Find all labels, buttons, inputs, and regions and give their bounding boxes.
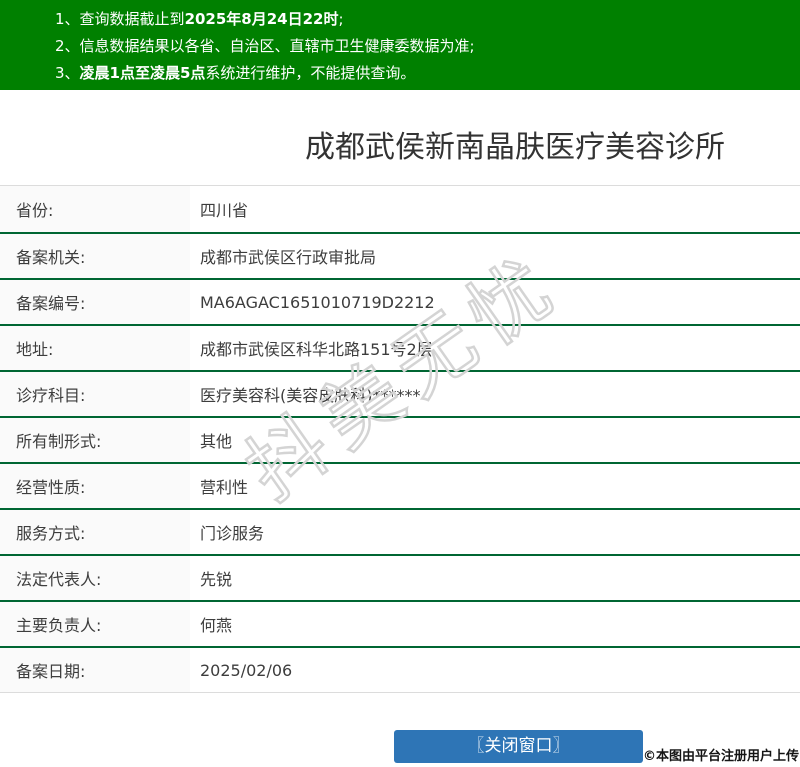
row-label: 所有制形式: — [0, 418, 190, 462]
row-label: 备案日期: — [0, 648, 190, 692]
notice-3-suffix: 系统进行维护，不能提供查询。 — [205, 64, 416, 82]
row-value: 2025/02/06 — [200, 660, 293, 680]
row-label: 地址: — [0, 326, 190, 370]
notice-1-text: 查询数据截止到 — [79, 10, 185, 28]
row-value: 先锐 — [200, 570, 233, 589]
row-value: 门诊服务 — [200, 524, 265, 543]
table-row-province: 省份: 四川省 — [0, 186, 800, 232]
notice-1-bold: 2025年8月24日22时 — [184, 10, 339, 28]
notice-line-2: 2、信息数据结果以各省、自治区、直辖市卫生健康委数据为准; — [55, 33, 800, 60]
table-row-filing-authority: 备案机关: 成都市武侯区行政审批局 — [0, 232, 800, 278]
row-value: 四川省 — [200, 201, 249, 220]
notice-3-number: 3、 — [55, 64, 80, 82]
table-row-ownership-form: 所有制形式: 其他 — [0, 416, 800, 462]
table-row-business-nature: 经营性质: 营利性 — [0, 462, 800, 508]
notice-1-number: 1、 — [55, 10, 80, 28]
attribution-watermark: ©本图由平台注册用户上传 — [642, 749, 799, 764]
row-label: 法定代表人: — [0, 556, 190, 600]
row-value: 成都市武侯区行政审批局 — [200, 248, 377, 267]
table-row-address: 地址: 成都市武侯区科华北路151号2层 — [0, 324, 800, 370]
notice-line-3: 3、凌晨1点至凌晨5点系统进行维护，不能提供查询。 — [55, 60, 800, 87]
notice-1-suffix: ; — [338, 10, 344, 28]
close-window-button[interactable]: 〖关闭窗口〗 — [394, 730, 643, 763]
row-value: 医疗美容科(美容皮肤科)****** — [200, 386, 421, 405]
row-value: 其他 — [200, 432, 233, 451]
notice-2-text: 信息数据结果以各省、自治区、直辖市卫生健康委数据为准; — [79, 37, 475, 55]
row-value: 营利性 — [200, 478, 249, 497]
row-value: 何燕 — [200, 616, 233, 635]
table-row-main-person-in-charge: 主要负责人: 何燕 — [0, 600, 800, 646]
table-row-service-mode: 服务方式: 门诊服务 — [0, 508, 800, 554]
row-label: 省份: — [0, 186, 190, 232]
row-label: 经营性质: — [0, 464, 190, 508]
record-table: 省份: 四川省 备案机关: 成都市武侯区行政审批局 备案编号: MA6AGAC1… — [0, 185, 800, 693]
table-row-medical-subjects: 诊疗科目: 医疗美容科(美容皮肤科)****** — [0, 370, 800, 416]
table-row-legal-representative: 法定代表人: 先锐 — [0, 554, 800, 600]
notice-banner: 1、查询数据截止到2025年8月24日22时; 2、信息数据结果以各省、自治区、… — [0, 0, 800, 90]
row-label: 诊疗科目: — [0, 372, 190, 416]
page-title: 成都武侯新南晶肤医疗美容诊所 — [305, 130, 725, 165]
row-label: 主要负责人: — [0, 602, 190, 646]
row-label: 备案机关: — [0, 234, 190, 278]
row-label: 服务方式: — [0, 510, 190, 554]
notice-line-1: 1、查询数据截止到2025年8月24日22时; — [55, 6, 800, 33]
table-row-filing-number: 备案编号: MA6AGAC1651010719D2212 — [0, 278, 800, 324]
row-value: 成都市武侯区科华北路151号2层 — [200, 340, 433, 359]
notice-2-number: 2、 — [55, 37, 80, 55]
row-value: MA6AGAC1651010719D2212 — [200, 292, 435, 312]
table-row-filing-date: 备案日期: 2025/02/06 — [0, 646, 800, 692]
row-label: 备案编号: — [0, 280, 190, 324]
notice-3-bold: 凌晨1点至凌晨5点 — [79, 64, 206, 82]
